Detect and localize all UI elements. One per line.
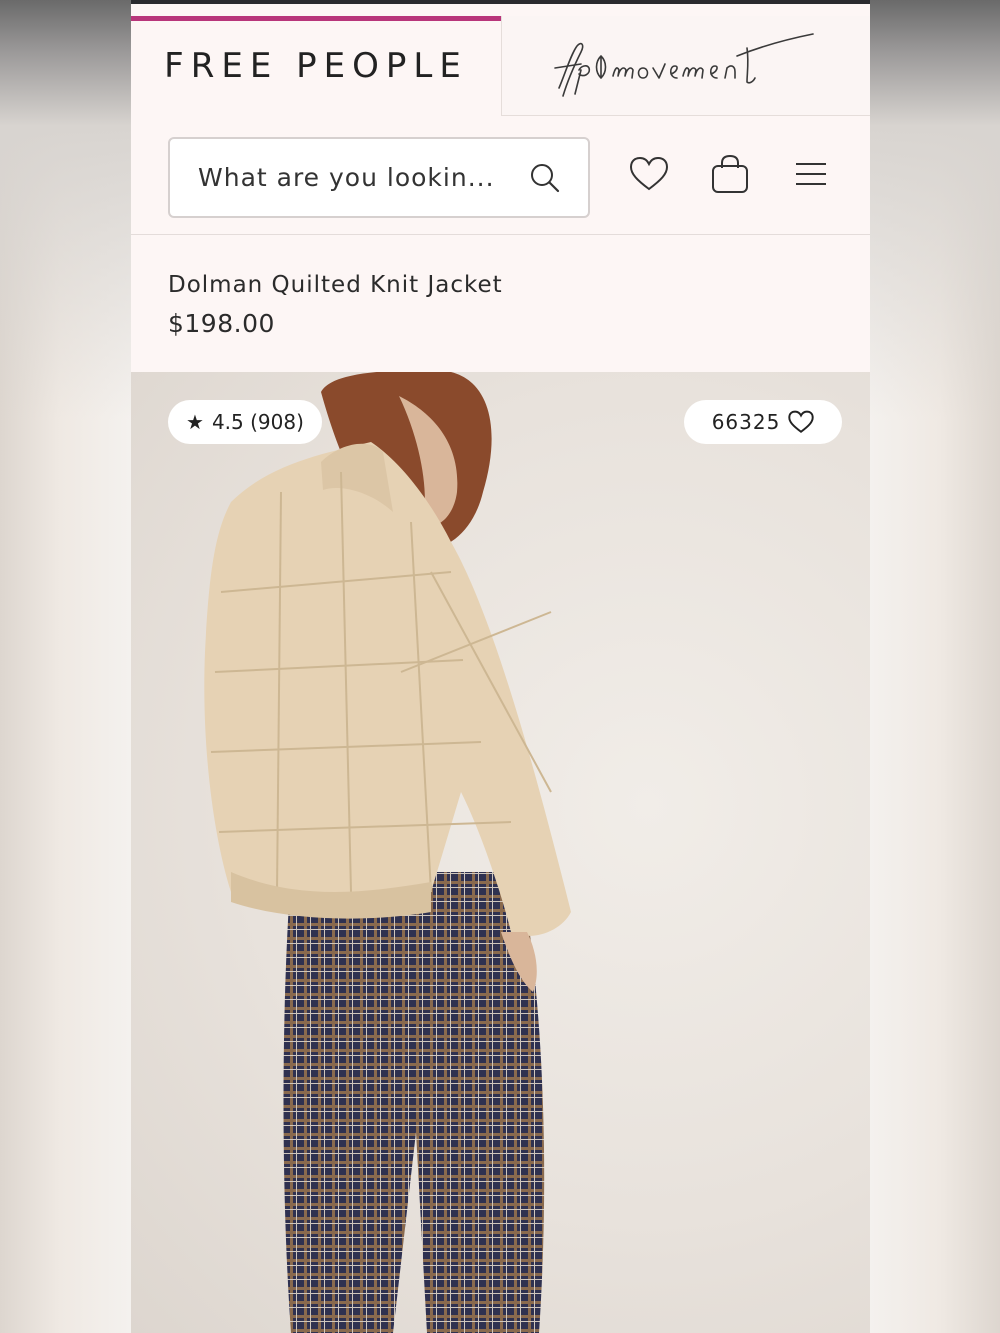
star-icon: ★ [186, 410, 204, 434]
status-bar [131, 0, 870, 4]
tab-fp-movement[interactable] [501, 16, 870, 116]
heart-icon [629, 156, 669, 191]
rating-text: 4.5 (908) [211, 410, 304, 434]
tab-free-people[interactable]: FREE PEOPLE [131, 16, 501, 116]
wishlist-button[interactable] [627, 152, 671, 196]
search-bar[interactable]: What are you lookin... [168, 137, 590, 218]
hamburger-menu-icon [796, 163, 826, 185]
phone-screen: FREE PEOPLE What are you lookin... Dolma… [131, 0, 870, 1333]
header-divider [131, 234, 870, 235]
product-title: Dolman Quilted Knit Jacket [168, 272, 503, 298]
cart-button[interactable] [708, 152, 752, 196]
product-image[interactable] [131, 372, 870, 1333]
search-input[interactable]: What are you lookin... [198, 163, 528, 192]
likes-count: 66325 [711, 410, 781, 434]
model-photo [204, 372, 571, 1333]
search-icon[interactable] [528, 161, 562, 195]
fp-movement-logo [554, 32, 814, 97]
menu-button[interactable] [789, 152, 833, 196]
free-people-logo: FREE PEOPLE [164, 46, 468, 86]
rating-badge[interactable]: ★ 4.5 (908) [168, 400, 322, 444]
likes-badge[interactable]: 66325 [684, 400, 842, 444]
product-price: $198.00 [168, 309, 275, 338]
bag-icon [712, 154, 748, 193]
heart-icon [788, 410, 814, 433]
